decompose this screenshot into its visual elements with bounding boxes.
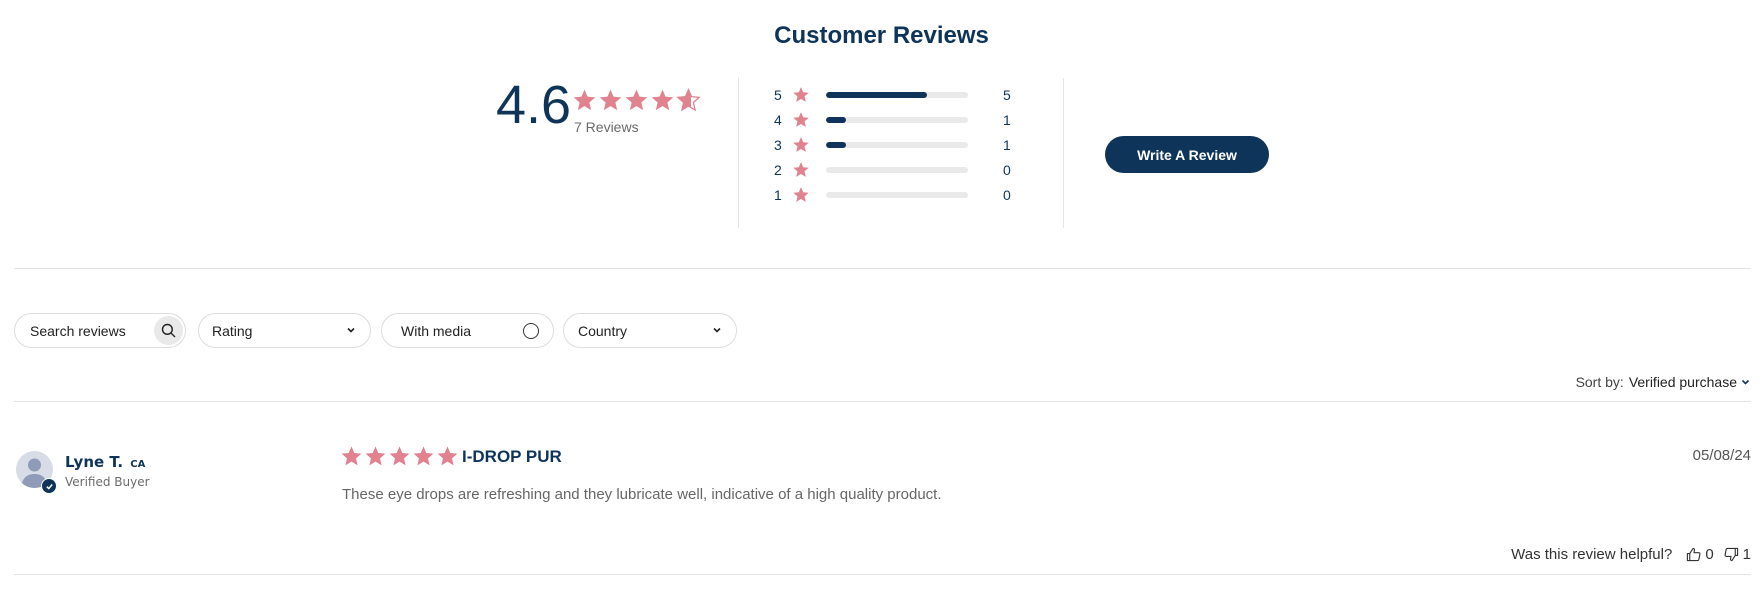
distribution-bar [826, 191, 968, 198]
sort-value: Verified purchase [1628, 374, 1737, 390]
search-reviews-field[interactable]: Search reviews [14, 313, 186, 348]
star-icon [793, 161, 809, 177]
page-title: Customer Reviews [774, 22, 989, 49]
reviewer-name-text: Lyne T. [65, 453, 124, 471]
thumbs-down-icon [1724, 547, 1738, 562]
star-icon [793, 136, 809, 152]
search-input[interactable]: Search reviews [30, 323, 126, 339]
helpful-prompt: Was this review helpful? [1511, 546, 1673, 563]
distribution-count: 0 [1003, 161, 1011, 178]
distribution-star-label: 3 [774, 136, 782, 153]
star-icon [793, 111, 809, 127]
star-icon [793, 86, 809, 102]
distribution-count: 1 [1003, 111, 1011, 128]
reviewer-country: CA [130, 459, 146, 470]
media-filter-label: With media [401, 322, 472, 339]
average-rating-stars [572, 88, 702, 113]
distribution-star-label: 1 [774, 186, 782, 203]
distribution-count: 1 [1003, 136, 1011, 153]
rating-filter-label: Rating [212, 322, 253, 339]
media-filter-radio[interactable] [523, 323, 539, 339]
sort-dropdown[interactable]: Sort by: Verified purchase [1576, 374, 1751, 390]
average-rating: 4.6 [496, 75, 572, 135]
distribution-row-3[interactable]: 3 1 [774, 132, 1033, 157]
distribution-row-1[interactable]: 1 0 [774, 182, 1033, 207]
rating-distribution: 5 5 4 1 3 1 2 0 1 0 [774, 82, 1033, 207]
star-icon [365, 446, 386, 466]
chevron-down-icon [713, 327, 721, 333]
review-title: I-DROP PUR [462, 447, 562, 466]
divider [14, 574, 1751, 575]
review-rating-stars [340, 445, 460, 468]
divider [1063, 78, 1064, 228]
star-icon [389, 446, 410, 466]
star-icon [792, 161, 816, 179]
thumbs-down-button[interactable]: 1 [1724, 546, 1751, 563]
distribution-bar-fill [826, 116, 847, 123]
thumbs-down-count: 1 [1742, 546, 1751, 563]
divider [14, 401, 1751, 402]
search-button[interactable] [154, 316, 183, 345]
thumbs-up-icon [1687, 547, 1701, 562]
distribution-count: 0 [1003, 186, 1011, 203]
star-icon [651, 89, 674, 111]
star-icon [792, 186, 816, 204]
star-icon [793, 186, 809, 202]
distribution-bar [826, 141, 968, 148]
sort-label: Sort by: [1575, 374, 1624, 390]
checkmark-icon [45, 483, 53, 490]
distribution-bar [826, 116, 968, 123]
thumbs-up-count: 0 [1705, 546, 1714, 563]
distribution-star-label: 4 [774, 111, 782, 128]
distribution-bar [826, 166, 968, 173]
distribution-star-label: 2 [774, 161, 782, 178]
star-icon [413, 446, 434, 466]
star-icon [341, 446, 362, 466]
chevron-down-icon [347, 327, 355, 333]
star-icon [599, 89, 622, 111]
review-count: 7 Reviews [574, 119, 639, 135]
review-body: These eye drops are refreshing and they … [342, 486, 942, 503]
thumbs-up-button[interactable]: 0 [1686, 546, 1714, 563]
distribution-bar-fill [826, 91, 928, 98]
media-filter-toggle[interactable]: With media [381, 313, 554, 348]
divider [14, 268, 1751, 269]
distribution-row-2[interactable]: 2 0 [774, 157, 1033, 182]
star-icon [437, 446, 458, 466]
star-icon [573, 89, 596, 111]
verified-buyer-label: Verified Buyer [65, 475, 150, 489]
star-icon [792, 111, 816, 129]
star-icon [676, 88, 701, 112]
star-icon [792, 86, 816, 104]
distribution-count: 5 [1003, 86, 1011, 103]
distribution-bar-fill [826, 141, 847, 148]
rating-filter-dropdown[interactable]: Rating [198, 313, 371, 348]
write-review-button[interactable]: Write A Review [1105, 136, 1269, 173]
star-icon [625, 89, 648, 111]
star-icon [792, 136, 816, 154]
distribution-star-label: 5 [774, 86, 782, 103]
chevron-down-icon [1741, 379, 1750, 385]
distribution-row-5[interactable]: 5 5 [774, 82, 1033, 107]
distribution-bar [826, 91, 968, 98]
review-date: 05/08/24 [1692, 447, 1751, 464]
helpful-votes: Was this review helpful? 0 1 [1511, 546, 1751, 563]
verified-badge [41, 478, 57, 494]
country-filter-dropdown[interactable]: Country [563, 313, 737, 348]
country-filter-label: Country [578, 322, 628, 339]
search-icon [161, 323, 176, 338]
divider [738, 78, 739, 228]
distribution-row-4[interactable]: 4 1 [774, 107, 1033, 132]
reviewer-name: Lyne T. CA [65, 453, 145, 471]
